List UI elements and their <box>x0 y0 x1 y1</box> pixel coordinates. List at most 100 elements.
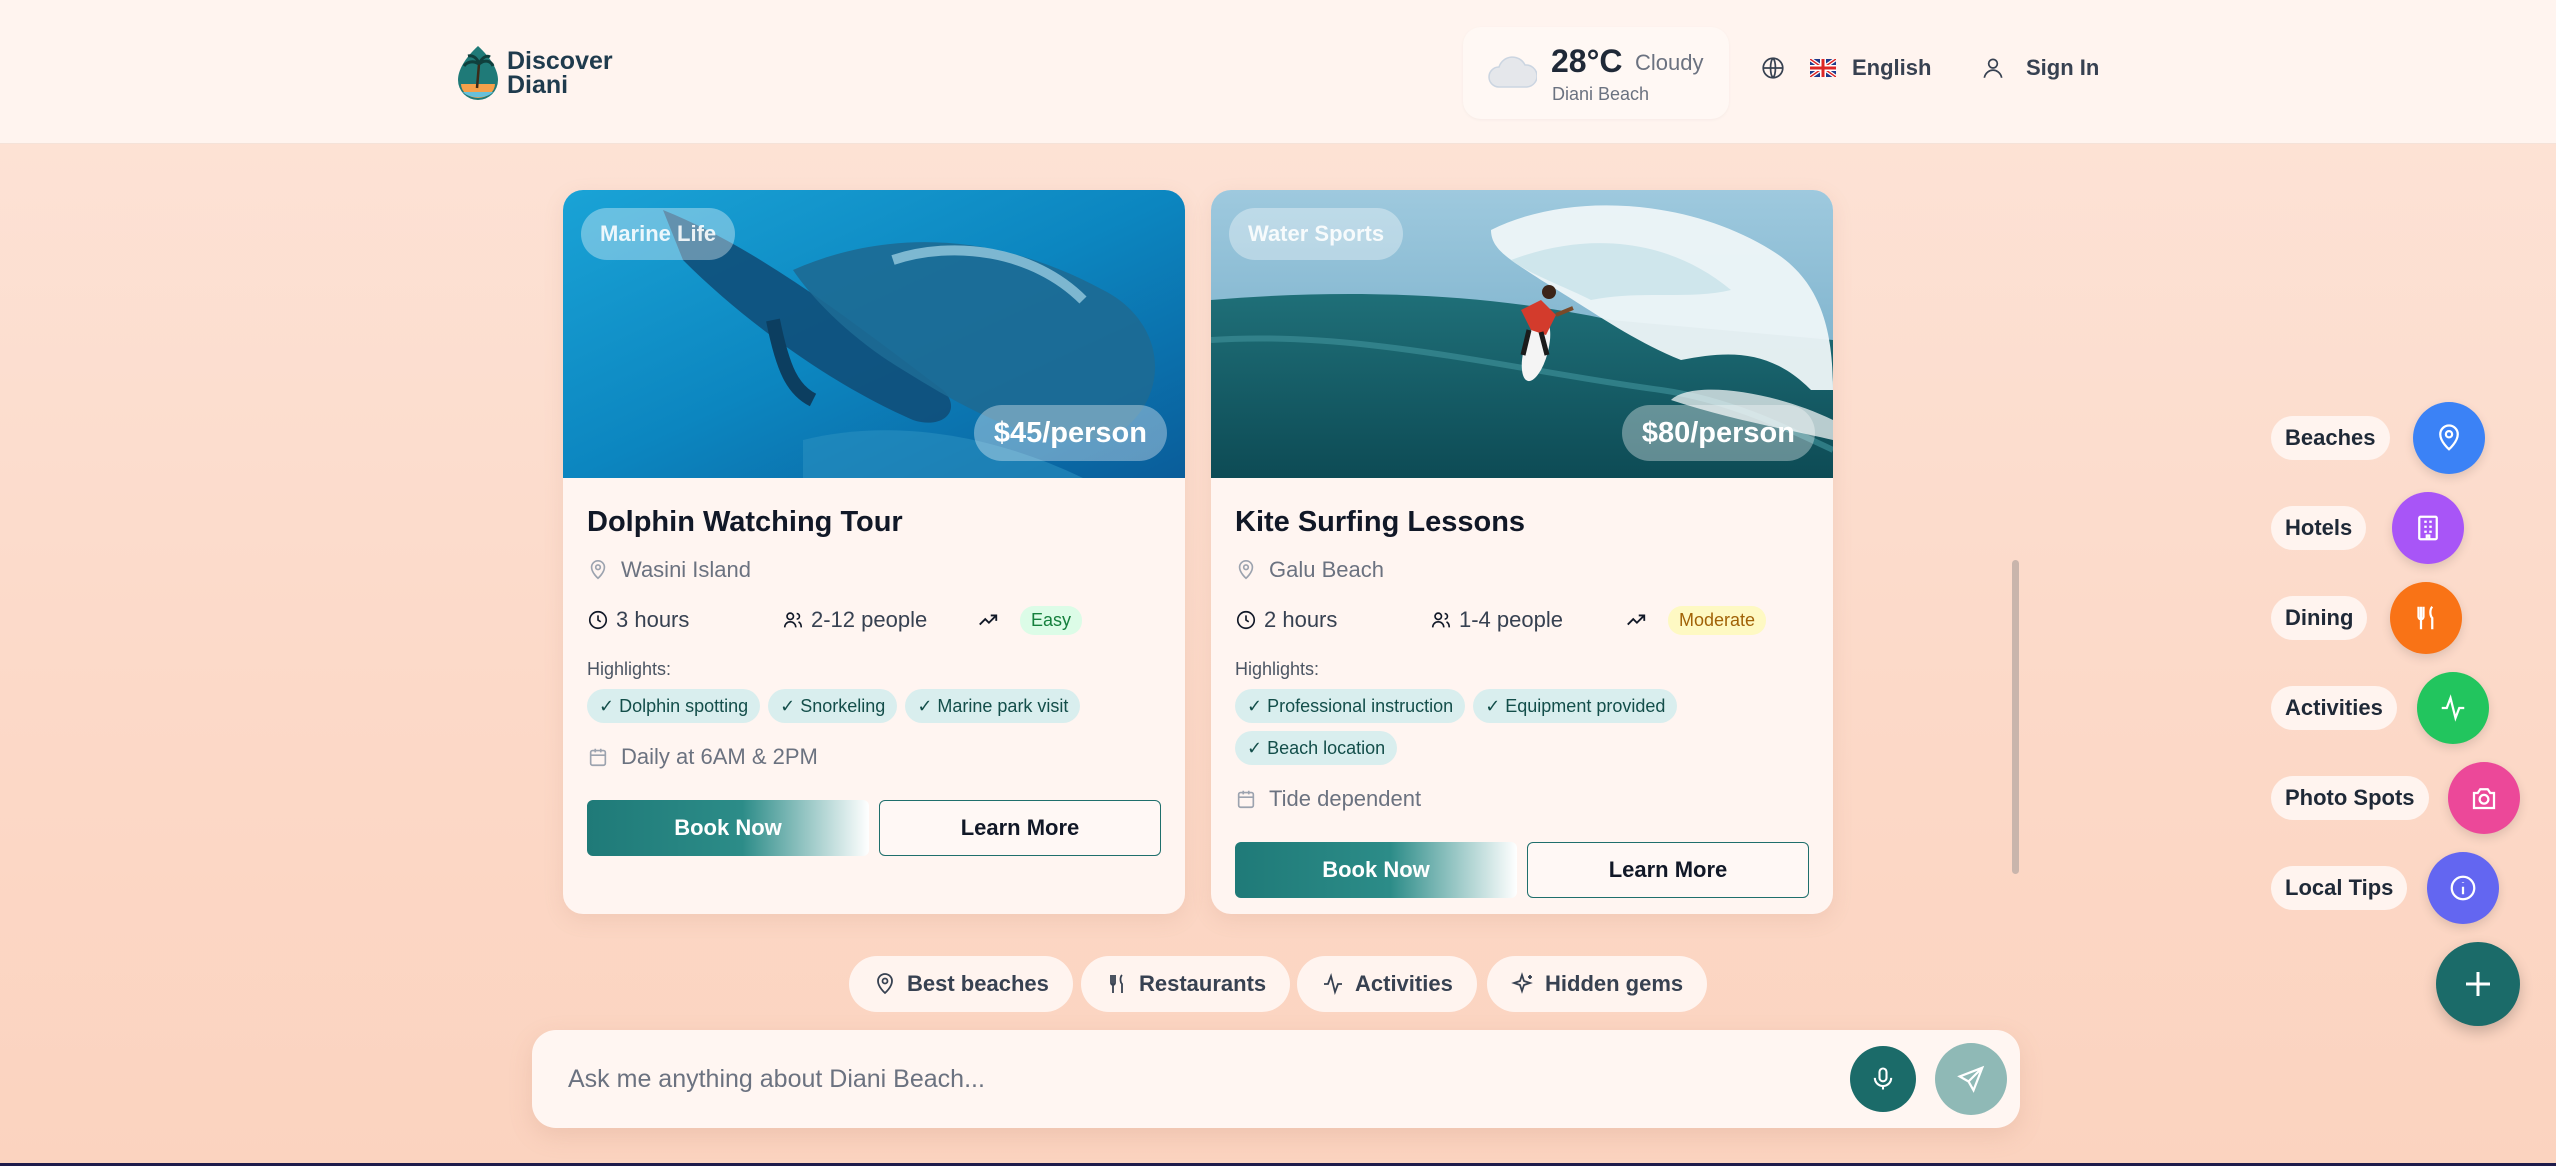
activity-icon <box>1324 972 1342 996</box>
book-now-button[interactable]: Book Now <box>587 800 869 856</box>
logo-text: Discover Diani <box>507 47 613 99</box>
fab-local-tips-button[interactable] <box>2427 852 2499 924</box>
learn-more-button[interactable]: Learn More <box>1527 842 1809 898</box>
learn-more-button[interactable]: Learn More <box>879 800 1161 856</box>
highlight-chip: ✓ Dolphin spotting <box>587 689 761 723</box>
clock-icon <box>588 610 608 630</box>
quick-activities[interactable]: Activities <box>1297 956 1477 1012</box>
group-size: 1-4 people <box>1430 603 1563 637</box>
card-image: Marine Life $45/person <box>563 190 1185 478</box>
card-location: Wasini Island <box>587 557 1161 583</box>
language-selector[interactable]: English <box>1760 55 1931 81</box>
location-text: Wasini Island <box>621 557 752 582</box>
fab-activities-button[interactable] <box>2417 672 2489 744</box>
users-icon <box>783 612 803 628</box>
fab-main-toggle-button[interactable] <box>2436 942 2520 1026</box>
trending-up-icon <box>1627 614 1646 626</box>
globe-icon <box>1762 57 1784 79</box>
fab-label-local-tips[interactable]: Local Tips <box>2271 866 2408 910</box>
sign-in-button[interactable]: Sign In <box>1980 55 2099 81</box>
logo-line-2: Diani <box>507 71 569 99</box>
sign-in-label: Sign In <box>2026 55 2100 80</box>
microphone-button[interactable] <box>1850 1046 1916 1112</box>
difficulty: Moderate <box>1625 603 1767 637</box>
microphone-icon <box>1873 1067 1893 1090</box>
category-tag: Water Sports <box>1229 208 1404 260</box>
location-text: Galu Beach <box>1269 557 1384 582</box>
quick-best-beaches[interactable]: Best beaches <box>849 956 1073 1012</box>
utensils-icon <box>1110 974 1123 993</box>
fab-hotels-button[interactable] <box>2392 492 2464 564</box>
quick-label: Restaurants <box>1139 971 1267 996</box>
uk-flag-icon <box>1810 59 1836 77</box>
activity-card-dolphin: Marine Life $45/person Dolphin Watching … <box>563 190 1185 914</box>
top-header: Discover Diani 28°C Cloudy Diani Beach E… <box>0 0 2556 144</box>
send-icon <box>1957 1065 1985 1093</box>
weather-location: Diani Beach <box>1552 84 1650 104</box>
card-location: Galu Beach <box>1235 557 1809 583</box>
calendar-icon <box>589 748 607 767</box>
fab-beaches-button[interactable] <box>2413 402 2485 474</box>
language-label: English <box>1852 55 1932 80</box>
card-title: Kite Surfing Lessons <box>1235 506 1526 538</box>
fab-label-activities[interactable]: Activities <box>2271 686 2397 730</box>
highlight-chip: ✓ Professional instruction <box>1235 689 1466 723</box>
send-button[interactable] <box>1935 1043 2007 1115</box>
highlights-list: ✓ Professional instruction ✓ Equipment p… <box>1235 689 1809 765</box>
category-tag: Marine Life <box>581 208 736 260</box>
highlights-label: Highlights: <box>1235 659 1320 679</box>
fab-label-beaches[interactable]: Beaches <box>2271 416 2390 460</box>
weather-condition: Cloudy <box>1635 50 1704 75</box>
price-badge: $45/person <box>973 405 1167 461</box>
weather-widget: 28°C Cloudy Diani Beach <box>1463 27 1729 119</box>
book-now-button[interactable]: Book Now <box>1235 842 1517 898</box>
users-icon <box>1431 612 1451 628</box>
quick-label: Best beaches <box>907 971 1049 996</box>
highlight-chip: ✓ Beach location <box>1235 731 1398 765</box>
duration-text: 2 hours <box>1264 607 1338 632</box>
cards-scrollbar[interactable] <box>2012 560 2019 874</box>
schedule: Tide dependent <box>1235 786 1809 812</box>
duration: 3 hours <box>587 603 689 637</box>
fab-label-hotels[interactable]: Hotels <box>2271 506 2367 550</box>
duration-text: 3 hours <box>616 607 690 632</box>
schedule-text: Tide dependent <box>1269 786 1422 811</box>
calendar-icon <box>1237 790 1255 809</box>
building-icon <box>2418 515 2438 541</box>
quick-hidden-gems[interactable]: Hidden gems <box>1487 956 1708 1012</box>
highlight-chip: ✓ Marine park visit <box>905 689 1081 723</box>
logo-line-1: Discover <box>507 47 613 75</box>
map-pin-icon <box>877 973 893 995</box>
group-size: 2-12 people <box>782 603 927 637</box>
group-text: 1-4 people <box>1459 607 1563 632</box>
cloud-icon <box>1488 56 1537 88</box>
group-text: 2-12 people <box>811 607 928 632</box>
chat-input[interactable] <box>568 1058 1668 1100</box>
quick-label: Activities <box>1355 971 1453 996</box>
fab-dining-button[interactable] <box>2390 582 2462 654</box>
schedule-text: Daily at 6AM & 2PM <box>621 744 818 769</box>
site-logo[interactable]: Discover Diani <box>455 44 613 102</box>
card-meta: 3 hours 2-12 people Easy <box>587 603 1161 637</box>
map-pin-icon <box>2439 424 2459 451</box>
user-icon <box>1983 58 2003 78</box>
fab-photo-spots-button[interactable] <box>2448 762 2520 834</box>
card-meta: 2 hours 1-4 people Moderate <box>1235 603 1809 637</box>
trending-up-icon <box>979 614 998 626</box>
card-title: Dolphin Watching Tour <box>587 506 903 538</box>
weather-temperature: 28°C <box>1551 43 1623 79</box>
card-image: Water Sports $80/person <box>1211 190 1833 478</box>
activity-icon <box>2441 694 2465 722</box>
info-icon <box>2450 875 2476 901</box>
sparkles-icon <box>1511 972 1533 994</box>
plus-icon <box>2466 972 2490 996</box>
fab-label-photo-spots[interactable]: Photo Spots <box>2271 776 2429 820</box>
map-pin-icon <box>590 560 606 580</box>
difficulty: Easy <box>977 603 1083 637</box>
quick-restaurants[interactable]: Restaurants <box>1081 956 1291 1012</box>
fab-label-dining[interactable]: Dining <box>2271 596 2368 640</box>
palm-logo-icon <box>458 46 498 100</box>
schedule: Daily at 6AM & 2PM <box>587 744 1161 770</box>
quick-label: Hidden gems <box>1545 971 1684 996</box>
chat-input-bar <box>532 1030 2020 1128</box>
